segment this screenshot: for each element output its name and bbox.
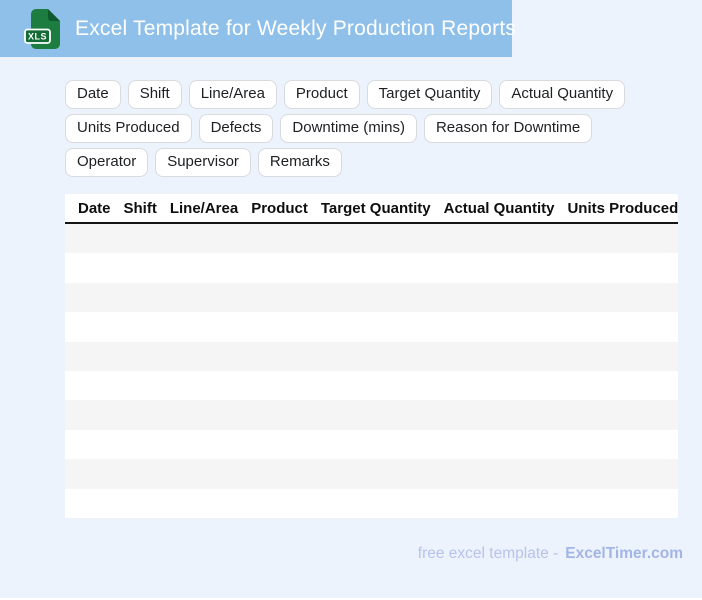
table-header-row: Date Shift Line/Area Product Target Quantity… <box>65 194 678 224</box>
footer-watermark: free excel template - ExcelTimer.com <box>418 545 683 563</box>
field-chips: Date Shift Line/Area Product Target Quantity… <box>65 80 665 177</box>
field-chip[interactable]: Product <box>283 80 360 109</box>
field-chip[interactable]: Line/Area <box>188 80 277 109</box>
xls-icon-label: XLS <box>28 31 47 41</box>
column-header: Line/Area <box>169 199 239 217</box>
table-row <box>65 341 678 371</box>
table-row <box>65 429 678 460</box>
field-chip[interactable]: Target Quantity <box>366 80 493 109</box>
page-title: Excel Template for Weekly Production Rep… <box>75 16 517 40</box>
column-header: Units Produced <box>567 199 678 217</box>
column-header: Shift <box>123 199 157 217</box>
table-row <box>65 282 678 313</box>
field-chip[interactable]: Operator <box>65 148 149 177</box>
field-chip[interactable]: Downtime (mins) <box>280 114 417 143</box>
field-chip[interactable]: Shift <box>127 80 182 109</box>
table-body <box>65 224 678 518</box>
xls-file-icon: XLS <box>24 8 60 49</box>
table-row <box>65 488 678 518</box>
table-row <box>65 400 678 430</box>
column-header: Target Quantity <box>320 199 431 217</box>
field-chip[interactable]: Remarks <box>257 148 342 177</box>
table-row <box>65 312 678 342</box>
field-chip[interactable]: Supervisor <box>155 148 251 177</box>
field-chip[interactable]: Actual Quantity <box>499 80 626 109</box>
header-banner: XLS Excel Template for Weekly Production… <box>0 0 516 57</box>
column-header: Actual Quantity <box>443 199 555 217</box>
table-row <box>65 224 678 254</box>
field-chip[interactable]: Date <box>65 80 121 109</box>
field-chip[interactable]: Defects <box>198 114 274 143</box>
table-row <box>65 370 678 401</box>
field-chip[interactable]: Reason for Downtime <box>423 114 593 143</box>
table-row <box>65 459 678 489</box>
column-header: Date <box>78 199 111 217</box>
field-chip[interactable]: Units Produced <box>65 114 192 143</box>
column-header: Product <box>251 199 308 217</box>
table-row <box>65 253 678 283</box>
footer-text: free excel template - <box>417 545 559 562</box>
footer-brand: ExcelTimer.com <box>565 545 683 562</box>
report-table: Date Shift Line/Area Product Target Quantity… <box>65 194 678 518</box>
